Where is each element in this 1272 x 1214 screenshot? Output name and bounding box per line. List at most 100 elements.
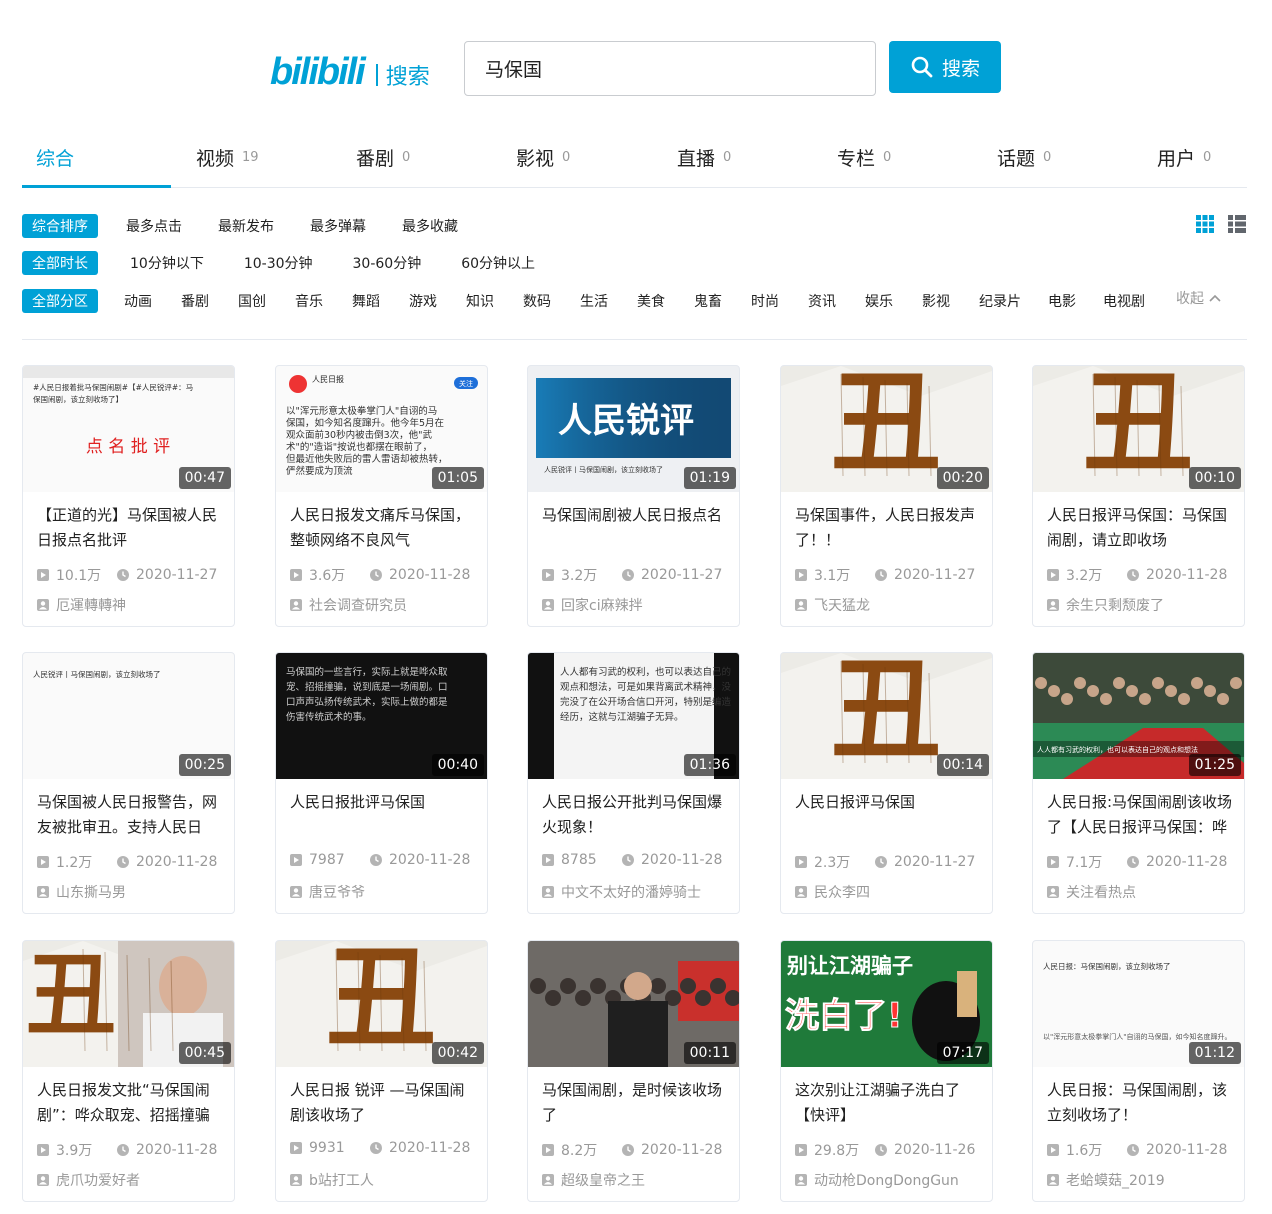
sort-default-pill[interactable]: 综合排序 xyxy=(22,214,98,238)
video-title[interactable]: 人民日报发文痛斥马保国，整顿网络不良风气 xyxy=(290,503,476,553)
tab-topics[interactable]: 话题 0 xyxy=(997,126,1051,188)
video-thumbnail[interactable]: 人民锐评 人民锐评丨马保国闹剧，该立刻收场了 01:19 xyxy=(528,366,739,492)
video-card[interactable]: 人民日报：马保国闹剧，该立刻收场了 以"浑元形意太极拳掌门人"自诩的马保国，如今知… xyxy=(1032,940,1245,1202)
video-title[interactable]: 【正道的光】马保国被人民日报点名批评 xyxy=(37,503,223,553)
zone-option-guochuang[interactable]: 国创 xyxy=(238,291,266,311)
tab-bangumi[interactable]: 番剧 0 xyxy=(356,126,410,188)
video-title[interactable]: 人民日报发文批“马保国闹剧”：哗众取宠、招摇撞骗 xyxy=(37,1078,223,1128)
uploader[interactable]: b站打工人 xyxy=(289,1170,374,1190)
video-thumbnail[interactable]: 丑 00:45 xyxy=(23,941,234,1067)
video-title[interactable]: 马保国闹剧，是时候该收场了 xyxy=(542,1078,728,1128)
uploader[interactable]: 厄運轉轉神 xyxy=(36,595,126,615)
video-card[interactable]: 丑 00:14 人民日报评马保国 2.3万 2020-11-27 民众李四 xyxy=(780,652,993,914)
video-card[interactable]: 马保国的一些言行，实际上就是哗众取 宠、招摇撞骗，说到底是一场闹剧。口 口声声弘扬传… xyxy=(275,652,488,914)
zone-option-food[interactable]: 美食 xyxy=(637,291,665,311)
sort-option-most-danmaku[interactable]: 最多弹幕 xyxy=(310,216,366,236)
video-card[interactable]: 丑 00:42 人民日报 锐评 —马保国闹剧该收场了 9931 2020-11-… xyxy=(275,940,488,1202)
zone-option-tv-series[interactable]: 电视剧 xyxy=(1103,291,1145,311)
sort-option-most-favorites[interactable]: 最多收藏 xyxy=(402,216,458,236)
video-thumbnail[interactable]: 别让江湖骗子 洗白了! 07:17 xyxy=(781,941,992,1067)
video-title[interactable]: 人民日报批评马保国 xyxy=(290,790,476,840)
video-card[interactable]: 丑 00:10 人民日报评马保国：马保国闹剧，请立即收场 3.2万 2020-1… xyxy=(1032,365,1245,627)
bilibili-logo[interactable]: bilibili 搜索 xyxy=(270,50,430,94)
zone-option-film-tv[interactable]: 影视 xyxy=(922,291,950,311)
uploader[interactable]: 余生只剩颓废了 xyxy=(1046,595,1164,615)
video-thumbnail[interactable]: 丑 00:14 xyxy=(781,653,992,779)
uploader[interactable]: 老蛤蟆菇_2019 xyxy=(1046,1170,1165,1190)
video-card[interactable]: 丑 00:20 马保国事件，人民日报发声了！！ 3.1万 2020-11-27 … xyxy=(780,365,993,627)
duration-option-over-60[interactable]: 60分钟以上 xyxy=(461,253,535,273)
video-title[interactable]: 人民日报:马保国闹剧该收场了【人民日报评马保国：哗 xyxy=(1047,790,1233,840)
video-title[interactable]: 马保国被人民日报警告，网友被批审丑。支持人民日 xyxy=(37,790,223,840)
uploader[interactable]: 超级皇帝之王 xyxy=(541,1170,645,1190)
zone-option-dance[interactable]: 舞蹈 xyxy=(352,291,380,311)
video-thumbnail[interactable]: 马保国的一些言行，实际上就是哗众取 宠、招摇撞骗，说到底是一场闹剧。口 口声声弘扬传… xyxy=(276,653,487,779)
zone-option-documentary[interactable]: 纪录片 xyxy=(979,291,1021,311)
zone-option-bangumi[interactable]: 番剧 xyxy=(181,291,209,311)
video-thumbnail[interactable]: 丑 00:10 xyxy=(1033,366,1244,492)
uploader[interactable]: 山东撕马男 xyxy=(36,882,126,902)
uploader[interactable]: 唐豆爷爷 xyxy=(289,882,365,902)
video-card[interactable]: 人民锐评丨马保国闹剧，该立刻收场了 00:25 马保国被人民日报警告，网友被批审… xyxy=(22,652,235,914)
video-card[interactable]: 人人都有习武的权利，也可以表达自己的观点和想法 01:25 人民日报:马保国闹剧… xyxy=(1032,652,1245,914)
zone-option-news[interactable]: 资讯 xyxy=(808,291,836,311)
video-thumbnail[interactable]: 人人都有习武的权利，也可以表达自己的观点和想法 01:25 xyxy=(1033,653,1244,779)
uploader[interactable]: 回家ci麻辣拌 xyxy=(541,595,643,615)
zone-all-pill[interactable]: 全部分区 xyxy=(22,289,98,313)
search-button[interactable]: 搜索 xyxy=(889,41,1001,93)
duration-option-30-60[interactable]: 30-60分钟 xyxy=(353,253,422,273)
video-thumbnail[interactable]: 丑 00:20 xyxy=(781,366,992,492)
zone-option-movie[interactable]: 电影 xyxy=(1048,291,1076,311)
video-title[interactable]: 人民日报评马保国：马保国闹剧，请立即收场 xyxy=(1047,503,1233,553)
video-title[interactable]: 这次别让江湖骗子洗白了【快评】 xyxy=(795,1078,981,1128)
video-title[interactable]: 人民日报 锐评 —马保国闹剧该收场了 xyxy=(290,1078,476,1128)
video-card[interactable]: #人民日报着批马保国闹剧#【#人民锐评#：马 保国闹剧，该立刻收场了】点 名 批 … xyxy=(22,365,235,627)
uploader[interactable]: 中文不太好的潘婷骑士 xyxy=(541,882,701,902)
video-thumbnail[interactable]: 人民日报 关注 以"浑元形意太极拳掌门人"自诩的马 保国，如今知名度蹿升。他今年5月在… xyxy=(276,366,487,492)
tab-articles[interactable]: 专栏 0 xyxy=(837,126,891,188)
video-card[interactable]: 人民锐评 人民锐评丨马保国闹剧，该立刻收场了 01:19 马保国闹剧被人民日报点名… xyxy=(527,365,740,627)
zone-option-knowledge[interactable]: 知识 xyxy=(466,291,494,311)
zone-option-entertainment[interactable]: 娱乐 xyxy=(865,291,893,311)
zone-option-digital[interactable]: 数码 xyxy=(523,291,551,311)
video-thumbnail[interactable]: 人民日报：马保国闹剧，该立刻收场了 以"浑元形意太极拳掌门人"自诩的马保国，如今知… xyxy=(1033,941,1244,1067)
uploader[interactable]: 社会调查研究员 xyxy=(289,595,407,615)
duration-option-10-30[interactable]: 10-30分钟 xyxy=(244,253,313,273)
zone-option-fashion[interactable]: 时尚 xyxy=(751,291,779,311)
sort-option-newest[interactable]: 最新发布 xyxy=(218,216,274,236)
video-thumbnail[interactable]: 丑 00:42 xyxy=(276,941,487,1067)
tab-all[interactable]: 综合 xyxy=(36,126,74,188)
tab-video[interactable]: 视频 19 xyxy=(196,126,259,188)
video-title[interactable]: 人民日报评马保国 xyxy=(795,790,981,840)
collapse-zones-toggle[interactable]: 收起 xyxy=(1176,288,1222,308)
tab-users[interactable]: 用户 0 xyxy=(1157,126,1211,188)
video-card[interactable]: 人民日报 关注 以"浑元形意太极拳掌门人"自诩的马 保国，如今知名度蹿升。他今年5月在… xyxy=(275,365,488,627)
video-title[interactable]: 人民日报：马保国闹剧，该立刻收场了！ xyxy=(1047,1078,1233,1128)
video-card[interactable]: 人人都有习武的权利，也可以表达自己的 观点和想法，可是如果背离武术精神，没 完没了在… xyxy=(527,652,740,914)
video-title[interactable]: 马保国闹剧被人民日报点名 xyxy=(542,503,728,553)
video-thumbnail[interactable]: #人民日报着批马保国闹剧#【#人民锐评#：马 保国闹剧，该立刻收场了】点 名 批 … xyxy=(23,366,234,492)
zone-option-life[interactable]: 生活 xyxy=(580,291,608,311)
uploader[interactable]: 民众李四 xyxy=(794,882,870,902)
zone-option-animation[interactable]: 动画 xyxy=(124,291,152,311)
video-thumbnail[interactable]: 人民锐评丨马保国闹剧，该立刻收场了 00:25 xyxy=(23,653,234,779)
video-thumbnail[interactable]: 人人都有习武的权利，也可以表达自己的 观点和想法，可是如果背离武术精神，没 完没了在… xyxy=(528,653,739,779)
tab-movies[interactable]: 影视 0 xyxy=(516,126,570,188)
video-title[interactable]: 人民日报公开批判马保国爆火现象！ xyxy=(542,790,728,840)
uploader[interactable]: 动动枪DongDongGun xyxy=(794,1170,959,1190)
tab-live[interactable]: 直播 0 xyxy=(677,126,731,188)
duration-all-pill[interactable]: 全部时长 xyxy=(22,251,98,275)
video-thumbnail[interactable]: 00:11 xyxy=(528,941,739,1067)
duration-option-under-10[interactable]: 10分钟以下 xyxy=(130,253,204,273)
sort-option-most-clicks[interactable]: 最多点击 xyxy=(126,216,182,236)
uploader[interactable]: 虎爪功爱好者 xyxy=(36,1170,140,1190)
zone-option-guichu[interactable]: 鬼畜 xyxy=(694,291,722,311)
zone-option-music[interactable]: 音乐 xyxy=(295,291,323,311)
video-card[interactable]: 00:11 马保国闹剧，是时候该收场了 8.2万 2020-11-28 超级皇帝… xyxy=(527,940,740,1202)
uploader[interactable]: 飞天猛龙 xyxy=(794,595,870,615)
video-card[interactable]: 丑 00:45 人民日报发文批“马保国闹剧”：哗众取宠、招摇撞骗 3.9万 20… xyxy=(22,940,235,1202)
video-card[interactable]: 别让江湖骗子 洗白了! 07:17 这次别让江湖骗子洗白了【快评】 29.8万 2… xyxy=(780,940,993,1202)
search-input[interactable] xyxy=(464,41,876,96)
list-view-icon[interactable] xyxy=(1227,214,1247,234)
video-title[interactable]: 马保国事件，人民日报发声了！！ xyxy=(795,503,981,553)
